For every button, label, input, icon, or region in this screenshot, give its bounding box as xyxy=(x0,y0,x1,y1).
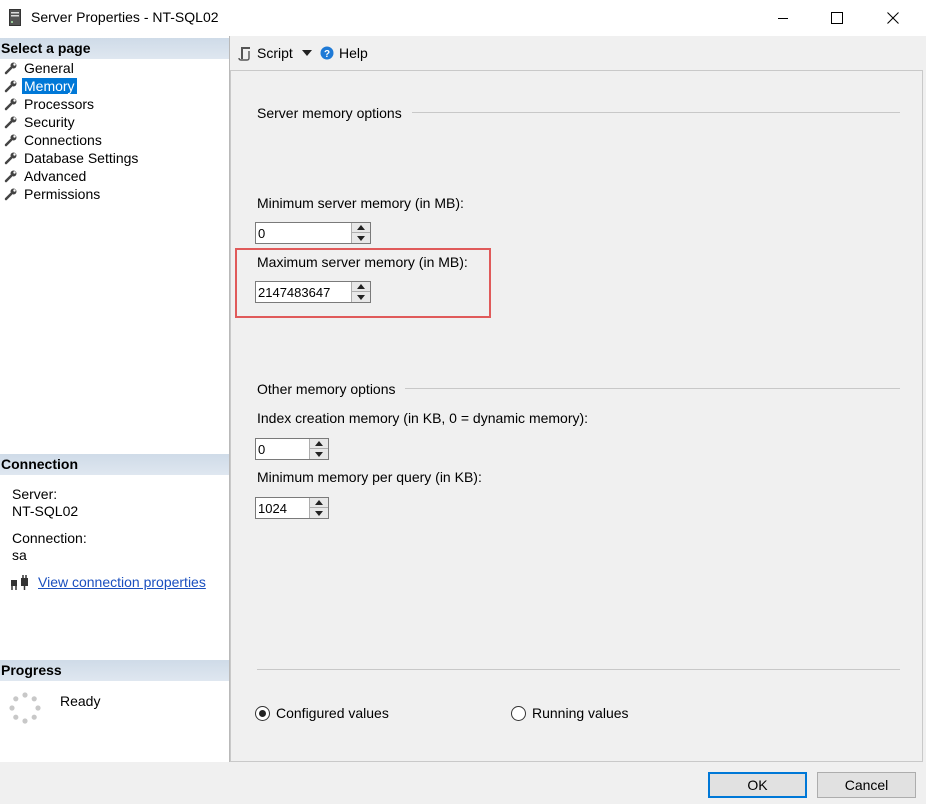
min-server-memory-input[interactable] xyxy=(256,223,352,243)
spin-up-button[interactable] xyxy=(352,282,370,292)
arrow-down-icon xyxy=(315,451,323,457)
max-server-memory-label: Maximum server memory (in MB): xyxy=(257,254,468,270)
spin-down-button[interactable] xyxy=(352,292,370,302)
min-memory-per-query-input[interactable] xyxy=(256,498,310,518)
index-creation-memory-label: Index creation memory (in KB, 0 = dynami… xyxy=(257,410,589,426)
arrow-up-icon xyxy=(357,225,365,230)
page-permissions[interactable]: Permissions xyxy=(4,185,102,203)
cancel-button[interactable]: Cancel xyxy=(817,772,916,798)
min-memory-per-query-stepper[interactable] xyxy=(255,497,329,519)
min-server-memory-stepper[interactable] xyxy=(255,222,371,244)
server-value: NT-SQL02 xyxy=(12,503,79,519)
script-icon xyxy=(238,46,250,61)
minimize-icon xyxy=(778,18,788,19)
select-page-header: Select a page xyxy=(0,38,229,59)
progress-header: Progress xyxy=(0,660,229,681)
running-values-radio[interactable]: Running values xyxy=(511,705,629,721)
group-divider xyxy=(405,388,900,389)
wrench-icon xyxy=(4,116,17,129)
page-advanced[interactable]: Advanced xyxy=(4,167,88,185)
page-memory[interactable]: Memory xyxy=(4,77,77,95)
connection-properties-icon xyxy=(11,575,28,590)
script-label: Script xyxy=(257,45,293,61)
spin-down-button[interactable] xyxy=(310,508,328,518)
maximize-icon xyxy=(831,12,843,24)
close-button[interactable] xyxy=(870,0,916,36)
index-creation-memory-input[interactable] xyxy=(256,439,310,459)
page-connections[interactable]: Connections xyxy=(4,131,104,149)
min-server-memory-label: Minimum server memory (in MB): xyxy=(257,195,464,211)
wrench-icon xyxy=(4,98,17,111)
running-values-label: Running values xyxy=(532,705,629,721)
help-button[interactable]: ? Help xyxy=(320,45,368,61)
wrench-icon xyxy=(4,80,17,93)
close-icon xyxy=(887,12,899,24)
arrow-down-icon xyxy=(315,510,323,516)
window-title: Server Properties - NT-SQL02 xyxy=(31,9,219,25)
wrench-icon xyxy=(4,62,17,75)
group-divider xyxy=(412,112,900,113)
page-general[interactable]: General xyxy=(4,59,76,77)
memory-page-content: Server memory options Minimum server mem… xyxy=(230,70,923,762)
radio-selected-icon xyxy=(255,705,270,721)
page-processors[interactable]: Processors xyxy=(4,95,96,113)
other-memory-options-label: Other memory options xyxy=(257,381,396,397)
arrow-up-icon xyxy=(315,441,323,446)
index-creation-memory-stepper[interactable] xyxy=(255,438,329,460)
ok-button[interactable]: OK xyxy=(708,772,807,798)
server-label: Server: xyxy=(12,486,58,502)
script-button[interactable]: Script xyxy=(238,45,312,61)
configured-values-radio[interactable]: Configured values xyxy=(255,705,389,721)
server-icon xyxy=(9,9,21,26)
min-memory-per-query-label: Minimum memory per query (in KB): xyxy=(257,469,482,485)
arrow-down-icon xyxy=(357,235,365,241)
spin-down-button[interactable] xyxy=(352,233,370,243)
left-panel: Select a page General Memory Processors … xyxy=(0,36,230,762)
progress-status: Ready xyxy=(60,693,101,709)
chevron-down-icon xyxy=(301,50,312,56)
wrench-icon xyxy=(4,134,17,147)
wrench-icon xyxy=(4,188,17,201)
help-icon: ? xyxy=(320,46,334,60)
page-security[interactable]: Security xyxy=(4,113,77,131)
spin-up-button[interactable] xyxy=(352,223,370,233)
arrow-down-icon xyxy=(357,294,365,300)
max-server-memory-stepper[interactable] xyxy=(255,281,371,303)
connection-value: sa xyxy=(12,547,27,563)
view-connection-properties-link[interactable]: View connection properties xyxy=(38,574,206,590)
progress-spinner-icon xyxy=(9,692,41,724)
toolbar: Script ? Help xyxy=(230,36,926,70)
maximize-button[interactable] xyxy=(814,0,860,36)
minimize-button[interactable] xyxy=(760,0,806,36)
arrow-up-icon xyxy=(315,500,323,505)
svg-text:?: ? xyxy=(324,49,330,60)
options-divider xyxy=(257,669,900,670)
title-bar: Server Properties - NT-SQL02 xyxy=(0,0,926,36)
arrow-up-icon xyxy=(357,284,365,289)
wrench-icon xyxy=(4,170,17,183)
help-label: Help xyxy=(339,45,368,61)
page-database-settings[interactable]: Database Settings xyxy=(4,149,140,167)
spin-down-button[interactable] xyxy=(310,449,328,459)
wrench-icon xyxy=(4,152,17,165)
spin-up-button[interactable] xyxy=(310,498,328,508)
connection-header: Connection xyxy=(0,454,229,475)
radio-unselected-icon xyxy=(511,705,526,721)
server-memory-options-label: Server memory options xyxy=(257,105,402,121)
connection-label: Connection: xyxy=(12,530,87,546)
spin-up-button[interactable] xyxy=(310,439,328,449)
max-server-memory-input[interactable] xyxy=(256,282,352,302)
configured-values-label: Configured values xyxy=(276,705,389,721)
